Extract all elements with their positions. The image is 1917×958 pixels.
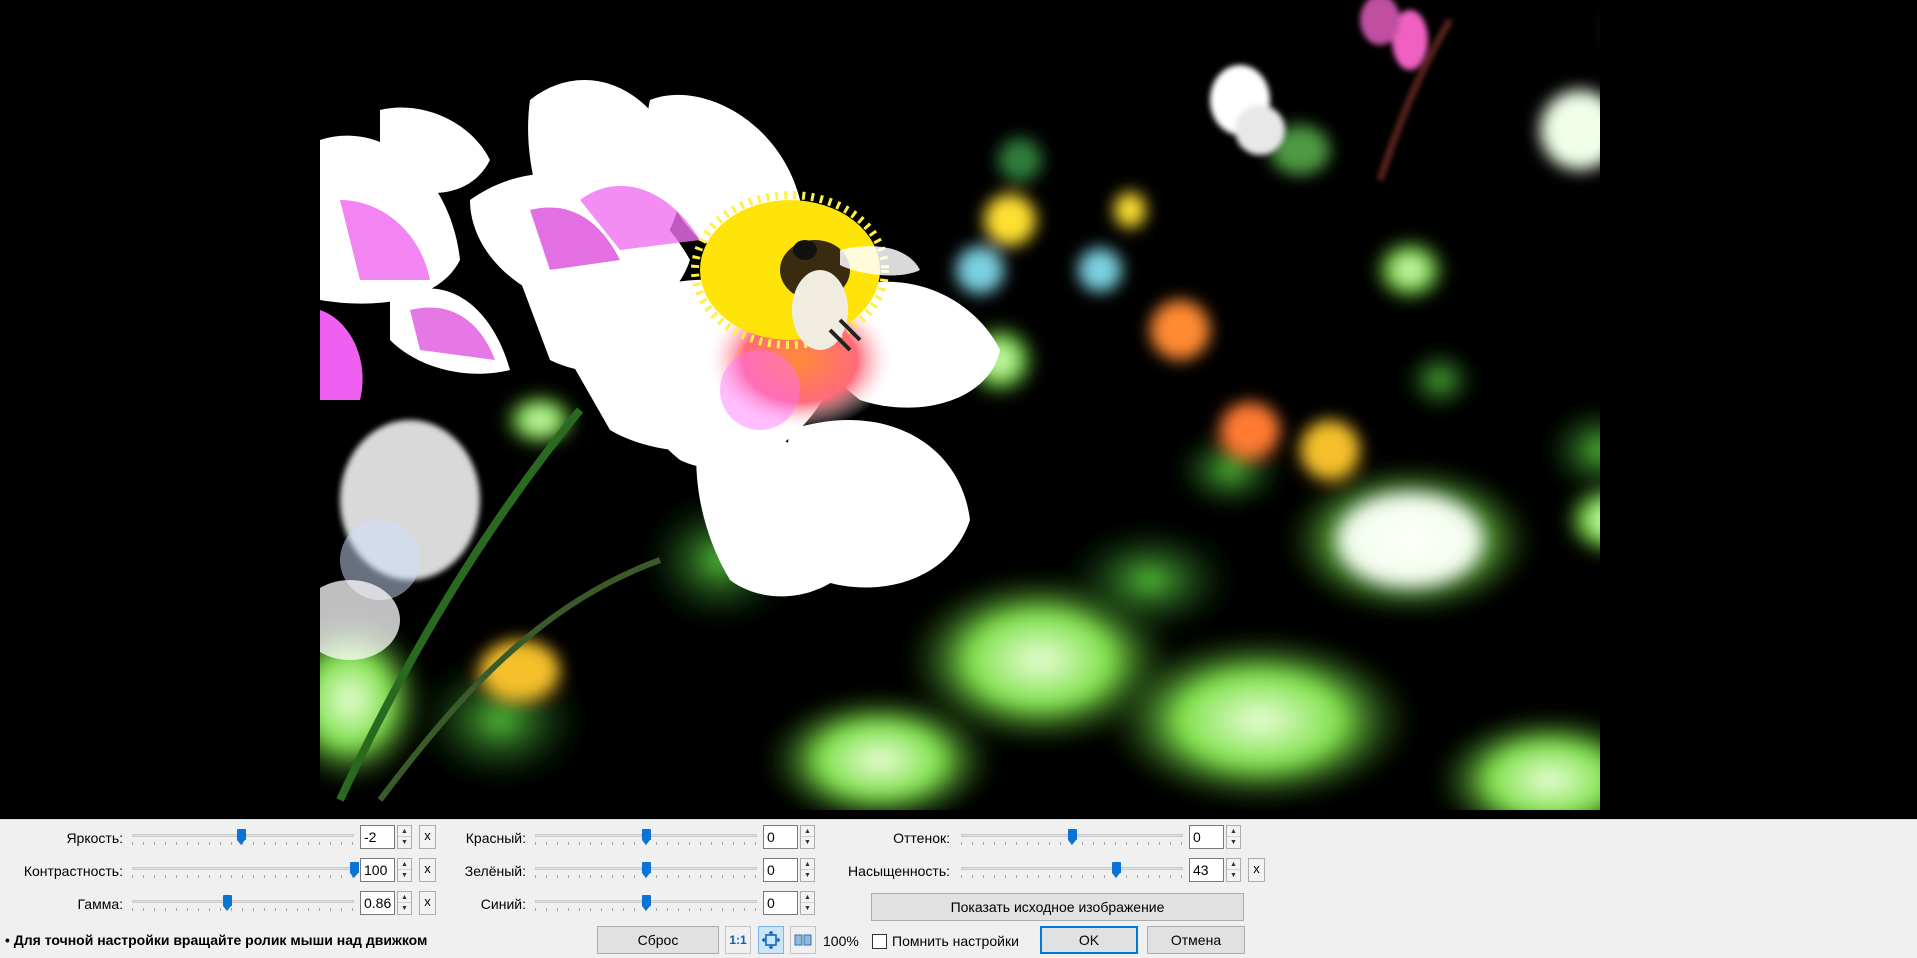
chevron-up-icon[interactable]: ▲ [398, 859, 411, 870]
cancel-button[interactable]: Отмена [1147, 926, 1245, 954]
saturation-spinner[interactable]: ▲ ▼ [1226, 858, 1241, 882]
chevron-up-icon[interactable]: ▲ [801, 892, 814, 903]
hue-spinner[interactable]: ▲ ▼ [1226, 825, 1241, 849]
show-original-button[interactable]: Показать исходное изображение [871, 893, 1244, 921]
saturation-slider[interactable] [961, 860, 1183, 880]
fit-to-window-icon [762, 931, 780, 949]
hue-label: Оттенок: [893, 830, 950, 846]
preview-photo [320, 0, 1600, 810]
chevron-up-icon[interactable]: ▲ [398, 826, 411, 837]
green-input[interactable] [763, 858, 798, 882]
image-preview-area [0, 0, 1917, 819]
brightness-spinner[interactable]: ▲ ▼ [397, 825, 412, 849]
ok-button[interactable]: OK [1040, 926, 1138, 954]
chevron-down-icon[interactable]: ▼ [398, 837, 411, 848]
green-slider-thumb[interactable] [642, 862, 651, 878]
gamma-slider-ticks [132, 908, 354, 911]
chevron-up-icon[interactable]: ▲ [801, 859, 814, 870]
brightness-input[interactable] [360, 825, 395, 849]
contrast-input[interactable] [360, 858, 395, 882]
actual-size-label: 1:1 [729, 933, 747, 947]
split-compare-button[interactable] [790, 926, 816, 954]
chevron-up-icon[interactable]: ▲ [1227, 826, 1240, 837]
brightness-slider-thumb[interactable] [236, 829, 246, 845]
actual-size-button[interactable]: 1:1 [725, 926, 751, 954]
chevron-down-icon[interactable]: ▼ [398, 903, 411, 914]
contrast-label: Контрастность: [23, 863, 123, 879]
contrast-slider-track [132, 867, 354, 870]
saturation-reset-button[interactable]: x [1248, 858, 1265, 882]
red-input[interactable] [763, 825, 798, 849]
saturation-input[interactable] [1189, 858, 1224, 882]
gamma-slider-thumb[interactable] [223, 895, 233, 911]
hue-slider-thumb[interactable] [1068, 829, 1077, 845]
gamma-label: Гамма: [77, 896, 123, 912]
red-slider-thumb[interactable] [642, 829, 651, 845]
chevron-up-icon[interactable]: ▲ [1227, 859, 1240, 870]
brightness-slider[interactable] [132, 827, 354, 847]
chevron-down-icon[interactable]: ▼ [801, 837, 814, 848]
saturation-slider-ticks [961, 875, 1183, 878]
contrast-spinner[interactable]: ▲ ▼ [397, 858, 412, 882]
chevron-up-icon[interactable]: ▲ [801, 826, 814, 837]
chevron-down-icon[interactable]: ▼ [801, 903, 814, 914]
saturation-slider-thumb[interactable] [1112, 862, 1122, 878]
chevron-down-icon[interactable]: ▼ [1227, 870, 1240, 881]
blue-spinner[interactable]: ▲ ▼ [800, 891, 815, 915]
saturation-slider-track [961, 867, 1183, 870]
flower-bee-photo [320, 0, 1600, 810]
brightness-label: Яркость: [66, 830, 123, 846]
saturation-label: Насыщенность: [848, 863, 950, 879]
blue-slider[interactable] [535, 893, 757, 913]
red-label: Красный: [465, 830, 526, 846]
mouse-wheel-hint: • Для точной настройки вращайте ролик мы… [5, 932, 428, 948]
remember-settings-checkbox[interactable] [872, 934, 887, 949]
red-slider[interactable] [535, 827, 757, 847]
adjustment-panel: Яркость: ▲▼ x Контрастность: ▲▼ x Гамма:… [0, 819, 1917, 958]
hue-input[interactable] [1189, 825, 1224, 849]
green-slider[interactable] [535, 860, 757, 880]
chevron-down-icon[interactable]: ▼ [398, 870, 411, 881]
hue-slider[interactable] [961, 827, 1183, 847]
blue-label: Синий: [480, 896, 526, 912]
zoom-level: 100% [823, 933, 859, 949]
chevron-down-icon[interactable]: ▼ [1227, 837, 1240, 848]
red-spinner[interactable]: ▲ ▼ [800, 825, 815, 849]
blue-slider-thumb[interactable] [642, 895, 651, 911]
gamma-input[interactable] [360, 891, 395, 915]
gamma-slider[interactable] [132, 893, 354, 913]
gamma-slider-track [132, 900, 354, 903]
gamma-spinner[interactable]: ▲ ▼ [397, 891, 412, 915]
reset-all-button[interactable]: Сброс [597, 926, 719, 954]
contrast-slider-thumb[interactable] [350, 862, 359, 878]
contrast-slider-ticks [132, 875, 354, 878]
chevron-up-icon[interactable]: ▲ [398, 892, 411, 903]
green-label: Зелёный: [464, 863, 526, 879]
split-compare-icon [794, 934, 812, 946]
fit-to-window-button[interactable] [758, 926, 784, 954]
green-spinner[interactable]: ▲ ▼ [800, 858, 815, 882]
remember-settings-label[interactable]: Помнить настройки [892, 933, 1019, 949]
chevron-down-icon[interactable]: ▼ [801, 870, 814, 881]
contrast-slider[interactable] [132, 860, 359, 880]
blue-input[interactable] [763, 891, 798, 915]
